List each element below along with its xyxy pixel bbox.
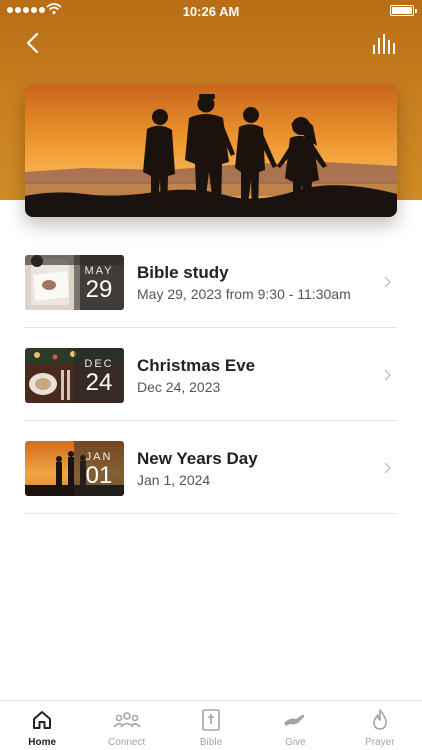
tab-label: Home bbox=[28, 737, 57, 748]
badge-day: 24 bbox=[85, 369, 113, 396]
event-subtitle: Dec 24, 2023 bbox=[137, 379, 221, 395]
date-badge: DEC 24 bbox=[74, 348, 124, 403]
chevron-right-icon bbox=[384, 276, 391, 288]
badge-month: JAN bbox=[85, 451, 113, 463]
chevron-right-icon bbox=[384, 369, 391, 381]
event-list: MAY 29 Bible study May 29, 2023 from 9:3… bbox=[25, 235, 397, 514]
flame-icon bbox=[373, 709, 387, 730]
giving-hand-icon bbox=[284, 714, 305, 726]
badge-month: MAY bbox=[84, 265, 114, 277]
tab-prayer[interactable]: Prayer bbox=[338, 701, 422, 750]
bible-icon bbox=[202, 709, 220, 731]
date-badge: JAN 01 bbox=[74, 441, 124, 496]
event-title: Christmas Eve bbox=[137, 356, 256, 375]
date-badge: MAY 29 bbox=[74, 255, 124, 310]
tab-label: Connect bbox=[107, 737, 146, 748]
event-title: New Years Day bbox=[137, 449, 258, 468]
status-time: 10:26 AM bbox=[182, 4, 240, 19]
chevron-right-icon bbox=[384, 462, 391, 474]
tab-bar: Home Connect Bible Give Prayer bbox=[0, 700, 422, 750]
tab-give[interactable]: Give bbox=[253, 701, 337, 750]
tab-home[interactable]: Home bbox=[0, 701, 84, 750]
badge-day: 01 bbox=[85, 462, 113, 489]
tab-connect[interactable]: Connect bbox=[84, 701, 168, 750]
hero-image bbox=[25, 84, 397, 217]
audio-bars-icon[interactable] bbox=[372, 33, 398, 55]
event-subtitle: Jan 1, 2024 bbox=[137, 472, 211, 488]
status-bar: 10:26 AM bbox=[0, 0, 422, 22]
back-chevron-icon[interactable] bbox=[22, 30, 46, 56]
tab-label: Prayer bbox=[365, 737, 395, 748]
event-row-christmas-eve[interactable]: DEC 24 Christmas Eve Dec 24, 2023 bbox=[25, 328, 397, 421]
event-row-new-years-day[interactable]: JAN 01 New Years Day Jan 1, 2024 bbox=[25, 421, 397, 514]
event-subtitle: May 29, 2023 from 9:30 - 11:30am bbox=[137, 286, 351, 302]
battery-icon bbox=[390, 5, 417, 16]
event-thumbnail: MAY 29 bbox=[25, 255, 124, 310]
badge-day: 29 bbox=[85, 276, 113, 303]
event-title: Bible study bbox=[137, 263, 229, 282]
event-thumbnail: JAN 01 bbox=[25, 441, 124, 496]
event-thumbnail: DEC 24 bbox=[25, 348, 124, 403]
people-icon bbox=[112, 712, 141, 728]
badge-month: DEC bbox=[84, 358, 114, 370]
event-row-bible-study[interactable]: MAY 29 Bible study May 29, 2023 from 9:3… bbox=[25, 235, 397, 328]
home-icon bbox=[33, 711, 52, 729]
tab-label: Give bbox=[285, 737, 306, 748]
tab-bible[interactable]: Bible bbox=[169, 701, 253, 750]
tab-label: Bible bbox=[199, 737, 223, 748]
